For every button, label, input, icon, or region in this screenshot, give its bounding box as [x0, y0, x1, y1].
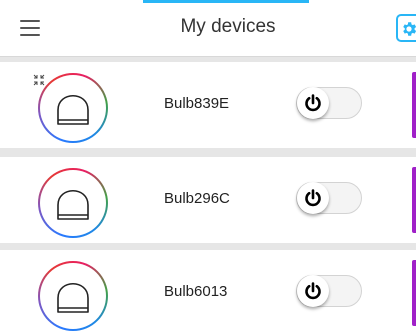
device-status-strip — [412, 72, 416, 138]
gear-icon — [403, 22, 416, 36]
bulb-icon — [57, 190, 89, 220]
device-status-strip — [412, 260, 416, 326]
device-card[interactable]: Bulb839E — [0, 62, 416, 148]
device-avatar — [38, 168, 108, 238]
power-icon — [305, 94, 321, 112]
toggle-knob — [297, 87, 329, 119]
power-icon — [305, 282, 321, 300]
bulb-icon — [57, 283, 89, 313]
power-toggle[interactable] — [296, 182, 362, 214]
power-icon — [305, 189, 321, 207]
device-name: Bulb839E — [164, 95, 230, 112]
device-card[interactable]: Bulb6013 — [0, 250, 416, 336]
device-status-strip — [412, 167, 416, 233]
toggle-knob — [297, 182, 329, 214]
power-toggle[interactable] — [296, 87, 362, 119]
device-name: Bulb6013 — [164, 283, 228, 300]
page-title: My devices — [180, 16, 276, 37]
device-name: Bulb296C — [164, 190, 230, 207]
power-toggle[interactable] — [296, 275, 362, 307]
header-accent-bar — [143, 0, 309, 3]
settings-button[interactable] — [396, 14, 416, 42]
app-header: My devices — [0, 0, 416, 57]
device-card[interactable]: Bulb296C — [0, 157, 416, 243]
device-avatar — [38, 261, 108, 331]
bulb-icon — [57, 95, 89, 125]
device-avatar — [38, 73, 108, 143]
toggle-knob — [297, 275, 329, 307]
